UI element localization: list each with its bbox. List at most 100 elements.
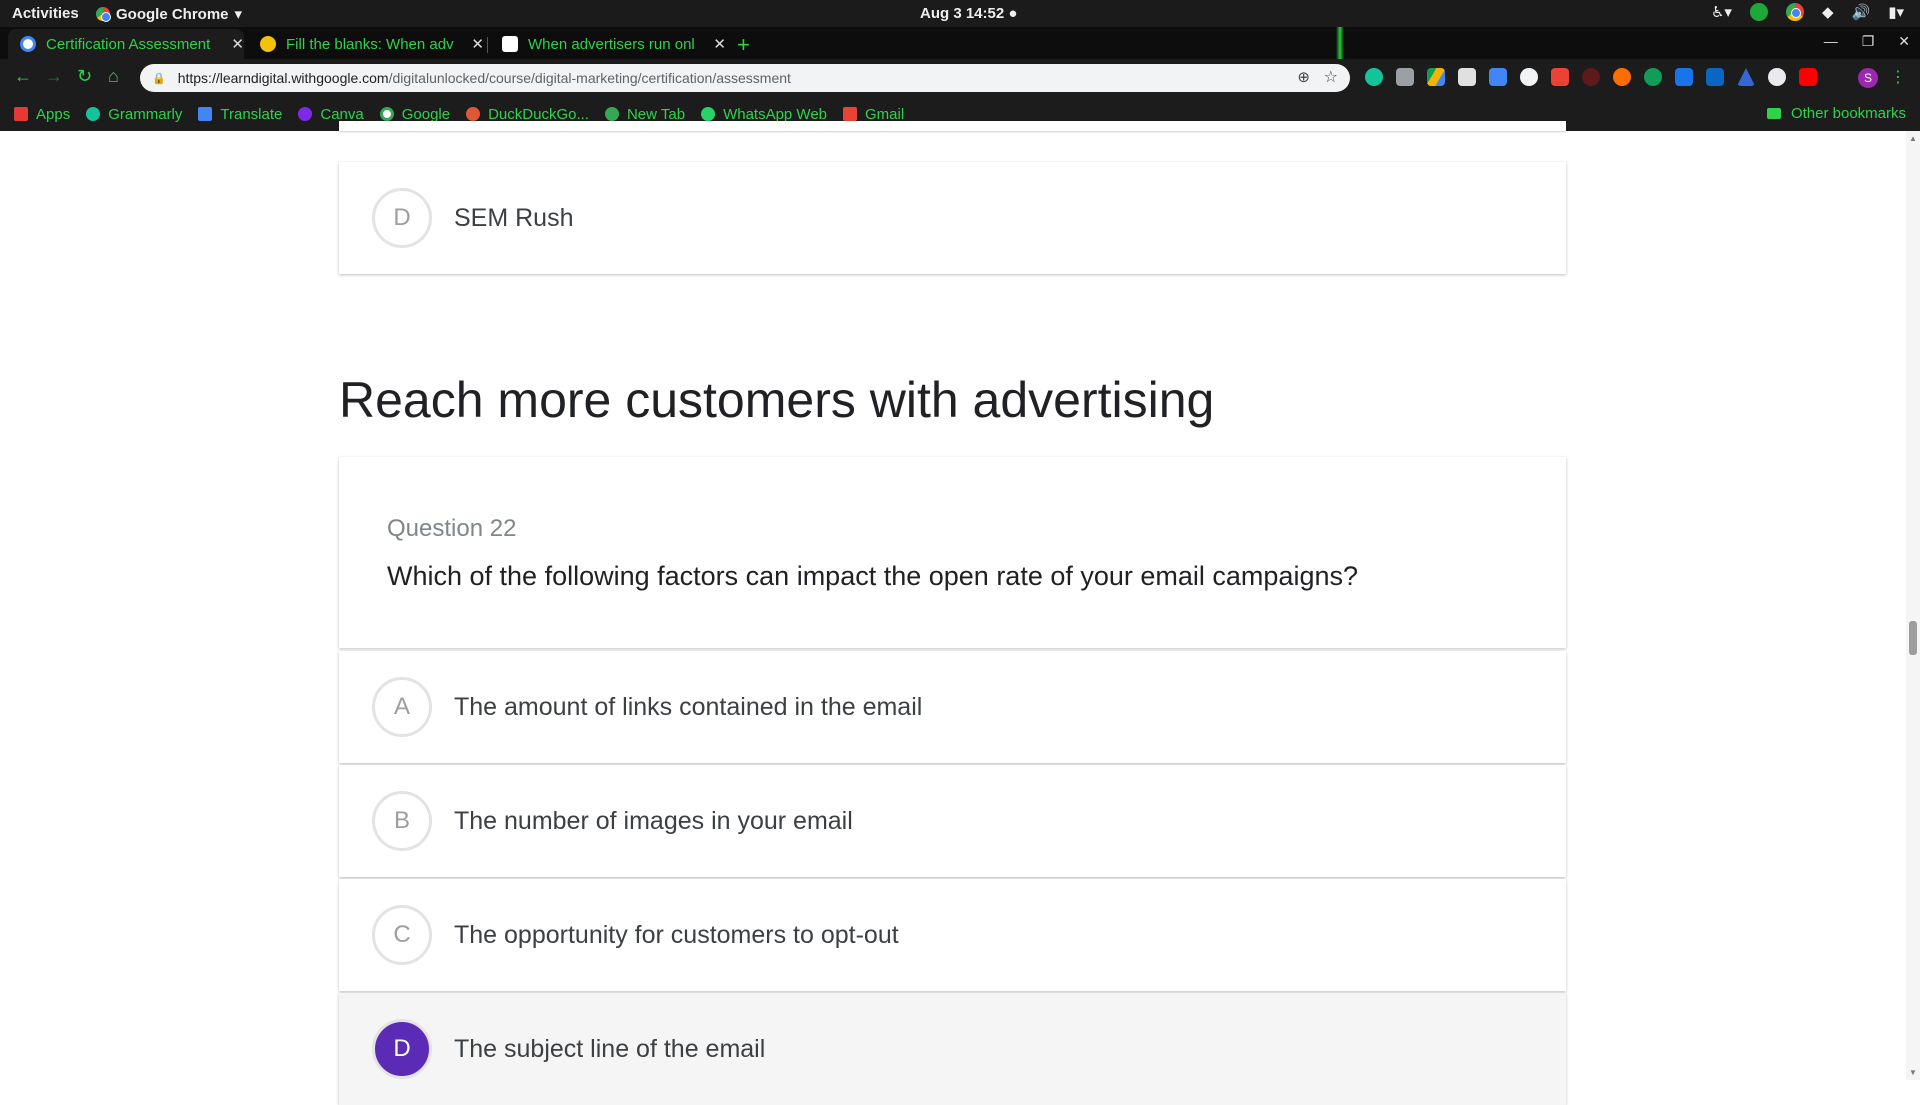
address-bar[interactable]: 🔒 https://learndigital.withgoogle.com/di…: [140, 64, 1350, 92]
gmail-ext-icon[interactable]: [1551, 68, 1569, 86]
tab-title: Certification Assessment: [46, 35, 211, 53]
lock-icon[interactable]: 🔒: [152, 72, 166, 85]
drive-triangle-ext-icon[interactable]: [1737, 68, 1755, 86]
page-scrollbar[interactable]: ▲ ▼: [1906, 131, 1920, 1080]
forward-arrow-icon[interactable]: →: [45, 66, 63, 87]
youtube-ext-icon[interactable]: [1799, 68, 1817, 86]
drive-ext-icon[interactable]: [1427, 68, 1445, 86]
bookmark-star-icon[interactable]: ☆: [1324, 67, 1338, 87]
scroll-down-arrow-icon[interactable]: ▼: [1909, 1068, 1917, 1077]
volume-icon[interactable]: 🔊: [1852, 3, 1871, 21]
honey-ext-icon[interactable]: [1613, 68, 1631, 86]
page-content: D SEM Rush Reach more customers with adv…: [0, 121, 1920, 1105]
bookmark-google[interactable]: Google: [379, 105, 451, 123]
tab-title: When advertisers run onl: [528, 35, 695, 53]
back-arrow-icon[interactable]: ←: [14, 66, 32, 87]
hangouts-tray-icon[interactable]: [1749, 3, 1768, 21]
option-a[interactable]: A The amount of links contained in the e…: [339, 651, 1566, 763]
question-card: Question 22 Which of the following facto…: [339, 457, 1566, 648]
close-tab-icon[interactable]: ✕: [231, 35, 244, 53]
k-ext-icon[interactable]: [1582, 68, 1600, 86]
other-bookmarks-label: Other bookmarks: [1790, 105, 1906, 122]
tab-title: Fill the blanks: When adv: [286, 35, 454, 53]
close-tab-icon[interactable]: ✕: [713, 35, 726, 53]
bookmark-label: DuckDuckGo...: [488, 105, 589, 123]
bookmark-whatsapp[interactable]: WhatsApp Web: [701, 106, 827, 123]
option-text: The number of images in your email: [454, 806, 853, 835]
extensions-bar: [1365, 68, 1817, 86]
option-letter: A: [372, 677, 432, 737]
tab-when-advertisers[interactable]: When advertisers run onl ✕: [490, 29, 726, 59]
reload-icon[interactable]: ↻: [77, 66, 92, 87]
bookmark-canva[interactable]: Canva: [298, 106, 364, 123]
tab-separator: [487, 37, 488, 53]
option-b[interactable]: B The number of images in your email: [339, 765, 1566, 877]
bookmark-apps[interactable]: Apps: [14, 106, 70, 123]
bookmark-label: Google: [401, 105, 451, 123]
record-ext-icon[interactable]: [1768, 68, 1786, 86]
brainly-favicon-icon: [502, 36, 518, 52]
speed-ext-icon[interactable]: [1520, 68, 1538, 86]
previous-option-d[interactable]: D SEM Rush: [339, 162, 1566, 274]
bookmark-translate[interactable]: Translate: [198, 106, 282, 123]
scrollbar-thumb[interactable]: [1909, 621, 1917, 655]
close-tab-icon[interactable]: ✕: [471, 35, 484, 53]
scroll-up-arrow-icon[interactable]: ▲: [1909, 134, 1917, 143]
s-ext-icon[interactable]: [1675, 68, 1693, 86]
profile-avatar[interactable]: S: [1858, 68, 1878, 88]
minimize-icon[interactable]: —: [1824, 33, 1838, 50]
close-window-icon[interactable]: ✕: [1898, 33, 1910, 50]
folder-icon: [1766, 108, 1781, 119]
tab-certification-assessment[interactable]: Certification Assessment ✕: [8, 29, 244, 59]
chrome-tray-icon[interactable]: [1785, 3, 1804, 21]
system-top-bar: Activities Google Chrome ▾ Aug 3 14:52 ●…: [0, 0, 1920, 27]
grammarly-ext-icon[interactable]: [1365, 68, 1383, 86]
question-number: Question 22: [387, 515, 517, 542]
menu-kebab-icon[interactable]: ⋮: [1890, 67, 1906, 87]
previous-question-card-bottom: [339, 121, 1566, 131]
mail-ext-icon[interactable]: [1458, 68, 1476, 86]
zoom-icon[interactable]: ⊕: [1297, 68, 1310, 86]
option-d-selected[interactable]: D The subject line of the email: [339, 993, 1566, 1105]
question-text: Which of the following factors can impac…: [387, 561, 1358, 591]
calendar-ext-icon[interactable]: [1489, 68, 1507, 86]
activities-button[interactable]: Activities: [12, 5, 79, 22]
system-tray[interactable]: ♿▾ ◆ 🔊 ▮▾: [1711, 3, 1904, 21]
bard-favicon-icon: [260, 36, 276, 52]
bookmark-label: Grammarly: [108, 105, 183, 123]
grammarly-icon: [86, 107, 101, 121]
hangouts-ext-icon[interactable]: [1644, 68, 1662, 86]
clock[interactable]: Aug 3 14:52 ●: [920, 5, 1017, 22]
tab-strip: Certification Assessment ✕ Fill the blan…: [0, 27, 1920, 59]
other-bookmarks[interactable]: Other bookmarks: [1766, 105, 1906, 122]
option-letter: B: [372, 791, 432, 851]
bookmark-duckduckgo[interactable]: DuckDuckGo...: [466, 106, 589, 123]
tab-fill-the-blanks[interactable]: Fill the blanks: When adv ✕: [248, 29, 484, 59]
gmail-icon: [843, 107, 858, 121]
restore-icon[interactable]: ❐: [1862, 33, 1875, 50]
url-path: /digitalunlocked/course/digital-marketin…: [388, 70, 791, 86]
linkedin-ext-icon[interactable]: [1706, 68, 1724, 86]
wifi-icon[interactable]: ◆: [1822, 3, 1834, 21]
home-icon[interactable]: ⌂: [108, 66, 119, 87]
url-host: https://learndigital.withgoogle.com: [177, 70, 389, 86]
option-letter: C: [372, 905, 432, 965]
battery-icon[interactable]: ▮▾: [1888, 3, 1904, 21]
translate-icon: [198, 107, 213, 121]
app-menu-label: Google Chrome: [116, 5, 229, 23]
bookmark-label: WhatsApp Web: [723, 105, 828, 123]
bookmark-new-tab[interactable]: New Tab: [604, 105, 686, 123]
bookmark-label: New Tab: [626, 105, 686, 123]
option-c[interactable]: C The opportunity for customers to opt-o…: [339, 879, 1566, 991]
globe-icon: [604, 107, 619, 121]
bookmark-grammarly[interactable]: Grammarly: [86, 106, 182, 123]
app-menu[interactable]: Google Chrome ▾: [96, 5, 242, 23]
option-letter: D: [372, 188, 432, 248]
new-tab-plus-icon[interactable]: +: [737, 32, 750, 58]
option-text: The opportunity for customers to opt-out: [454, 920, 899, 949]
keep-ext-icon[interactable]: [1396, 68, 1414, 86]
accessibility-icon[interactable]: ♿▾: [1711, 3, 1732, 21]
bookmark-gmail[interactable]: Gmail: [843, 106, 904, 123]
google-icon: [379, 107, 394, 121]
google-favicon-icon: [20, 36, 36, 52]
